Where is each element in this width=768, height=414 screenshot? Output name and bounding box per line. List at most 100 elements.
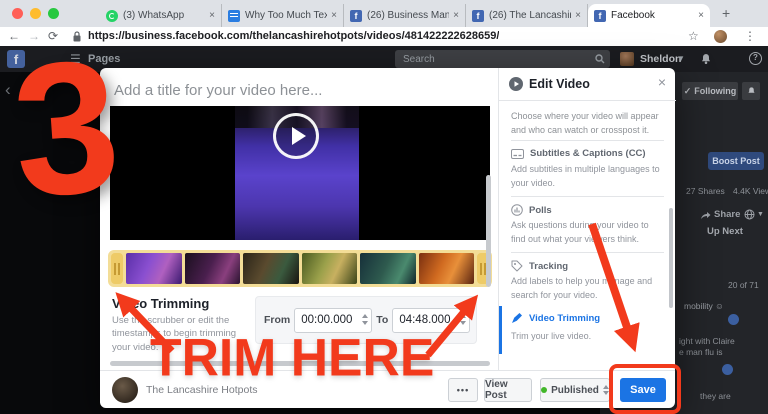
view-post-button[interactable]: View Post — [484, 378, 532, 402]
boost-post-button[interactable]: Boost Post — [708, 152, 764, 170]
browser-profile-avatar[interactable] — [714, 30, 727, 43]
comment-fragment: they are — [700, 391, 731, 401]
published-status-button[interactable]: Published — [540, 378, 610, 402]
facebook-icon — [350, 9, 362, 22]
facebook-search[interactable] — [395, 50, 610, 68]
tab-close-icon[interactable]: × — [209, 10, 215, 21]
tab-lancashire-hotpots[interactable]: (26) The Lancashire Hotpot × — [466, 4, 588, 27]
step-number-annotation: 3 — [6, 19, 126, 237]
section-heading: Polls — [529, 204, 552, 216]
modal-scrollbar[interactable] — [486, 175, 491, 287]
user-avatar[interactable] — [620, 52, 634, 66]
sort-arrows-icon — [602, 385, 609, 395]
browser-toolbar: ← → ⟳ https://business.facebook.com/thel… — [0, 27, 768, 47]
comment-fragment: e man flu is — [679, 347, 723, 357]
tab-close-icon[interactable]: × — [698, 10, 704, 21]
tab-close-icon[interactable]: × — [575, 10, 581, 21]
tab-article[interactable]: Why Too Much Text On You × — [222, 4, 344, 27]
up-next-label: Up Next — [707, 226, 743, 237]
divider — [511, 196, 664, 197]
page-bell-button[interactable] — [742, 82, 760, 100]
reaction-icon — [728, 314, 739, 325]
close-icon[interactable]: × — [658, 74, 666, 90]
film-thumbnail — [243, 253, 299, 284]
tab-label: (26) The Lancashire Hotpot — [489, 10, 571, 21]
traffic-light-zoom[interactable] — [48, 8, 59, 19]
notifications-bell-icon[interactable] — [700, 53, 712, 65]
following-button[interactable]: ✓ Following — [682, 82, 738, 100]
facebook-icon — [472, 9, 484, 22]
screen: (3) WhatsApp × Why Too Much Text On You … — [0, 0, 768, 414]
page-avatar — [112, 377, 138, 403]
section-video-trimming-active[interactable]: Video Trimming Trim your live video. — [499, 306, 676, 354]
traffic-light-minimize[interactable] — [30, 8, 41, 19]
trim-handle-left[interactable] — [111, 253, 123, 284]
chevron-down-icon[interactable]: ▼ — [677, 46, 685, 72]
tab-facebook-active[interactable]: Facebook × — [588, 4, 710, 27]
captions-icon — [511, 148, 524, 159]
more-options-button[interactable]: ••• — [448, 378, 478, 402]
stepper-arrows[interactable] — [362, 313, 369, 325]
check-icon: ✓ — [683, 85, 692, 96]
browser-tab-bar: (3) WhatsApp × Why Too Much Text On You … — [0, 0, 768, 27]
section-heading: Subtitles & Captions (CC) — [530, 148, 646, 159]
bookmark-star-icon[interactable]: ☆ — [688, 27, 699, 45]
share-arrow-icon — [701, 212, 711, 219]
tab-close-icon[interactable]: × — [453, 10, 459, 21]
help-icon[interactable]: ? — [749, 52, 762, 65]
video-player[interactable] — [110, 106, 490, 240]
address-bar[interactable]: https://business.facebook.com/thelancash… — [88, 27, 499, 45]
video-trimming-heading: Video Trimming — [112, 296, 210, 311]
facebook-icon — [594, 9, 606, 22]
play-button[interactable] — [273, 113, 319, 159]
section-heading-row: Video Trimming — [511, 312, 600, 324]
trim-here-annotation: TRIM HERE — [150, 327, 435, 387]
trim-scrubber-strip — [108, 250, 492, 287]
section-subtitles[interactable]: Subtitles & Captions (CC) — [511, 148, 646, 159]
new-tab-button[interactable]: + — [722, 5, 730, 21]
browser-menu-icon[interactable]: ⋮ — [744, 27, 756, 45]
published-status-dot — [541, 387, 548, 393]
tab-label: (3) WhatsApp — [123, 10, 185, 21]
film-thumbnail — [184, 253, 240, 284]
film-thumbnail — [418, 253, 474, 284]
tab-whatsapp[interactable]: (3) WhatsApp × — [100, 4, 222, 27]
play-circle-icon — [509, 77, 523, 91]
comment-fragment: ight with Claire — [679, 336, 735, 346]
search-icon — [595, 54, 605, 64]
film-thumbnail — [301, 253, 357, 284]
from-label: From — [264, 314, 291, 326]
edit-video-panel: Edit Video × Choose where your video wil… — [498, 68, 676, 370]
tag-icon — [511, 260, 523, 272]
section-description: Add subtitles in multiple languages to y… — [511, 164, 660, 188]
tab-close-icon[interactable]: × — [331, 10, 337, 21]
divider — [511, 252, 664, 253]
section-polls[interactable]: Polls — [511, 204, 552, 216]
panel-intro-text: Choose where your video will appear and … — [511, 111, 659, 135]
video-title-input[interactable] — [112, 79, 486, 101]
tab-business-manager[interactable]: (26) Business Manager × — [344, 4, 466, 27]
share-button[interactable]: Share — [714, 209, 740, 220]
search-input[interactable] — [395, 50, 593, 68]
section-description: Trim your live video. — [511, 331, 592, 341]
comment-fragment: mobility ☺ — [684, 301, 724, 311]
stepper-arrows[interactable] — [460, 313, 467, 325]
panel-header: Edit Video × — [499, 68, 676, 101]
traffic-light-close[interactable] — [12, 8, 23, 19]
chevron-down-icon: ▼ — [757, 211, 764, 218]
section-tracking[interactable]: Tracking — [511, 260, 568, 272]
save-button[interactable]: Save — [620, 378, 666, 402]
shares-count: 27 Shares — [686, 186, 725, 196]
section-description: Ask questions during your video to find … — [511, 220, 649, 244]
film-thumbnail — [126, 253, 182, 284]
trim-pen-icon — [512, 313, 522, 323]
tab-label: (26) Business Manager — [367, 10, 450, 21]
video-counter: 20 of 71 — [728, 280, 759, 290]
following-label: Following — [694, 86, 737, 96]
section-heading: Video Trimming — [529, 312, 601, 324]
published-label: Published — [551, 384, 599, 396]
globe-privacy-icon[interactable] — [744, 209, 755, 220]
views-count: 4.4K Views — [733, 186, 768, 196]
section-description: Add labels to help you manage and search… — [511, 276, 653, 300]
panel-scrollbar[interactable] — [669, 208, 673, 308]
